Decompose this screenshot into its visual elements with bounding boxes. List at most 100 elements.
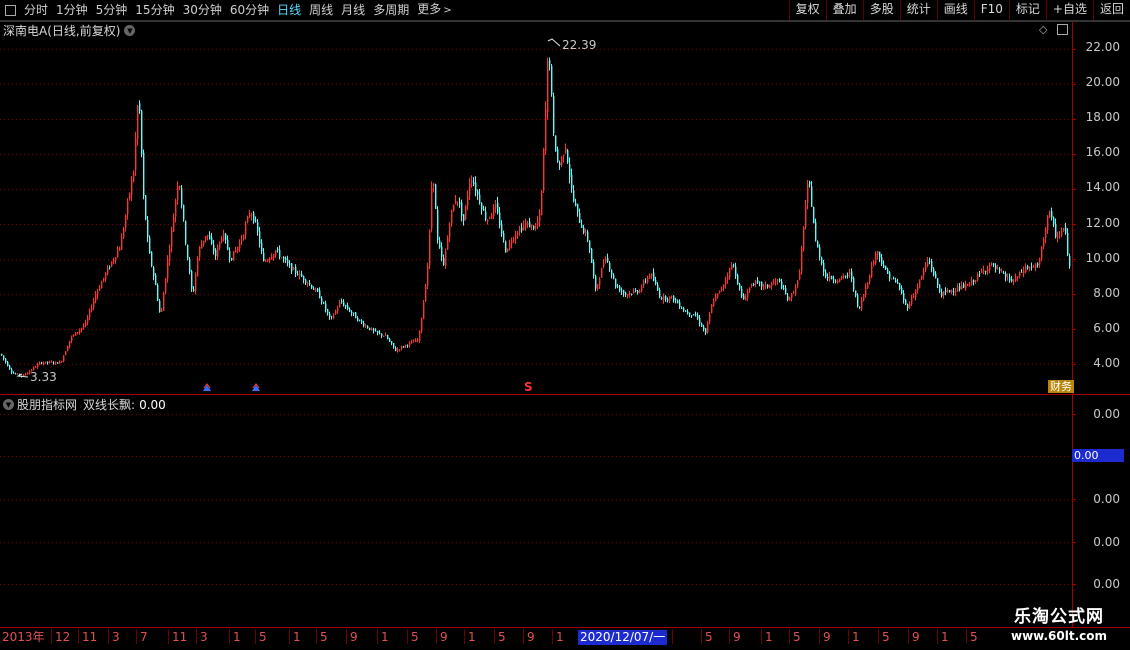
period-15min[interactable]: 15分钟	[131, 0, 178, 20]
date-tick-label: 11	[172, 630, 188, 644]
sell-event-marker[interactable]: S	[524, 380, 533, 394]
candle-body	[795, 287, 797, 294]
overlay-button[interactable]: 叠加	[825, 0, 863, 20]
menu-square-icon[interactable]	[5, 4, 16, 16]
candle-body	[849, 272, 851, 275]
candle-body	[357, 317, 359, 321]
candle-body	[909, 303, 911, 309]
candle-body	[915, 290, 917, 298]
candle-body	[553, 96, 555, 133]
candle-body	[639, 290, 641, 293]
candle-body	[539, 213, 541, 222]
candle-body	[231, 257, 233, 260]
chevron-down-icon[interactable]: ▼	[3, 399, 14, 410]
candle-body	[733, 264, 735, 266]
period-daily[interactable]: 日线	[273, 0, 305, 20]
candle-body	[45, 361, 47, 364]
candle-body	[699, 317, 701, 324]
period-30min[interactable]: 30分钟	[179, 0, 226, 20]
multi-stock-button[interactable]: 多股	[862, 0, 900, 20]
candle-body	[261, 242, 263, 252]
watermark-title: 乐淘公式网	[1014, 607, 1104, 627]
finance-badge[interactable]: 财务	[1048, 380, 1074, 393]
candle-body	[441, 246, 443, 257]
candle-body	[187, 244, 189, 259]
candle-body	[601, 268, 603, 278]
candle-body	[491, 214, 493, 219]
period-60min[interactable]: 60分钟	[226, 0, 273, 20]
candle-body	[395, 347, 397, 351]
candle-body	[875, 254, 877, 263]
candle-body	[811, 186, 813, 207]
toolbar-actions: 复权 叠加 多股 统计 画线 F10 标记 +自选 返回	[788, 0, 1130, 20]
candle-body	[823, 262, 825, 272]
date-tick-label: 1	[556, 630, 564, 644]
candle-body	[83, 325, 85, 328]
candle-body	[653, 272, 655, 281]
price-tick: 14.00	[1085, 180, 1120, 194]
price-tick: 12.00	[1085, 216, 1120, 230]
candle-body	[167, 259, 169, 279]
candle-body	[415, 339, 417, 342]
candle-body	[399, 349, 401, 351]
chart-annotations	[16, 38, 561, 391]
candle-body	[531, 224, 533, 227]
period-1min[interactable]: 1分钟	[52, 0, 92, 20]
candle-body	[373, 328, 375, 331]
candle-body	[549, 60, 551, 65]
candle-body	[485, 211, 487, 220]
candle-body	[989, 265, 991, 270]
candle-body	[619, 286, 621, 291]
pane-toggle-icon[interactable]	[1057, 24, 1069, 35]
period-multi[interactable]: 多周期	[369, 0, 413, 20]
candle-body	[997, 268, 999, 270]
candle-body	[673, 295, 675, 301]
candle-body	[675, 299, 677, 301]
candle-body	[335, 310, 337, 315]
indicator-pane-title[interactable]: ▼ 股朋指标网 双线长飘: 0.00	[3, 396, 166, 413]
candle-body	[433, 183, 435, 187]
f10-button[interactable]: F10	[973, 0, 1009, 20]
period-weekly[interactable]: 周线	[305, 0, 337, 20]
candle-body	[933, 268, 935, 275]
fuquan-button[interactable]: 复权	[788, 0, 826, 20]
candle-body	[385, 335, 387, 337]
candle-body	[87, 317, 89, 323]
candle-body	[721, 289, 723, 291]
candle-body	[731, 264, 733, 270]
candle-body	[701, 323, 703, 327]
candle-body	[191, 271, 193, 289]
candle-body	[941, 292, 943, 296]
candle-body	[685, 310, 687, 312]
candle-body	[501, 224, 503, 234]
candle-body	[585, 232, 587, 234]
main-pane-title[interactable]: 深南电A(日线,前复权) ▼	[3, 22, 138, 39]
date-axis[interactable]: 2013年 12 11 3 7 11 3 1 5 1 5 9 1 5 9 1 5 9 1 5 9 1 5 9 1 5 9 1 5	[0, 630, 980, 645]
candle-body	[573, 190, 575, 202]
draw-line-button[interactable]: 画线	[936, 0, 974, 20]
candle-body	[865, 287, 867, 296]
candle-body	[241, 239, 243, 242]
candle-body	[181, 188, 183, 206]
candle-body	[379, 332, 381, 334]
date-tick-label: 1	[381, 630, 389, 644]
back-button[interactable]: 返回	[1092, 0, 1130, 20]
candle-body	[295, 267, 297, 274]
chevron-down-icon[interactable]: ▼	[124, 25, 136, 36]
diamond-icon[interactable]: ◇	[1039, 23, 1047, 36]
candle-body	[365, 325, 367, 327]
candle-body	[495, 203, 497, 209]
candle-body	[1009, 277, 1011, 281]
period-fenshi[interactable]: 分时	[20, 0, 52, 20]
candle-body	[587, 231, 589, 241]
add-watchlist-button[interactable]: +自选	[1045, 0, 1093, 20]
kline-chart[interactable]	[0, 0, 1130, 650]
candle-body	[49, 361, 51, 363]
period-monthly[interactable]: 月线	[337, 0, 369, 20]
watermark-logo: 乐淘公式网 www.60lt.com	[988, 606, 1130, 650]
candle-body	[513, 239, 515, 242]
mark-button[interactable]: 标记	[1008, 0, 1046, 20]
period-5min[interactable]: 5分钟	[92, 0, 132, 20]
more-periods-button[interactable]: 更多 >	[413, 0, 455, 21]
statistics-button[interactable]: 统计	[899, 0, 937, 20]
